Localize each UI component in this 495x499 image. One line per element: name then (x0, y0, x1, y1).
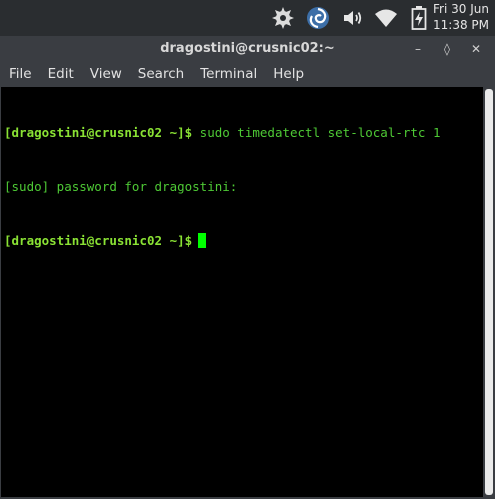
top-panel: Fri 30 Jun 11:38 PM (0, 0, 495, 36)
shell-command: sudo timedatectl set-local-rtc 1 (192, 125, 441, 140)
terminal-line: [sudo] password for dragostini: (4, 178, 483, 196)
terminal-cursor (198, 233, 207, 248)
sudo-password-prompt: [sudo] password for dragostini: (4, 179, 238, 194)
minimize-button[interactable]: – (410, 40, 426, 58)
fedora-swirl-icon[interactable] (304, 6, 332, 30)
terminal-line: [dragostini@crusnic02 ~]$ sudo timedatec… (4, 124, 483, 142)
terminal-scrollbar[interactable] (484, 87, 494, 497)
menu-edit[interactable]: Edit (40, 62, 82, 86)
clock-time: 11:38 PM (433, 18, 489, 32)
clock[interactable]: Fri 30 Jun 11:38 PM (433, 1, 495, 33)
maximize-button[interactable]: ◊ (439, 40, 455, 58)
settings-gear-icon[interactable] (270, 6, 296, 30)
menu-file[interactable]: File (0, 62, 40, 86)
close-button[interactable]: ✕ (468, 40, 484, 58)
volume-icon[interactable] (341, 6, 365, 30)
terminal-line: [dragostini@crusnic02 ~]$ (4, 232, 483, 250)
shell-prompt: [dragostini@crusnic02 ~]$ (4, 125, 193, 140)
menu-terminal[interactable]: Terminal (192, 62, 265, 86)
menu-search[interactable]: Search (130, 62, 192, 86)
window-titlebar[interactable]: dragostini@crusnic02:~ – ◊ ✕ (0, 36, 495, 62)
shell-prompt: [dragostini@crusnic02 ~]$ (4, 233, 193, 248)
menu-help[interactable]: Help (265, 62, 312, 86)
terminal-output[interactable]: [dragostini@crusnic02 ~]$ sudo timedatec… (1, 87, 483, 497)
scrollbar-thumb[interactable] (485, 89, 493, 495)
menu-view[interactable]: View (82, 62, 130, 86)
wifi-icon[interactable] (373, 6, 399, 30)
menu-bar: File Edit View Search Terminal Help (0, 62, 495, 86)
battery-charging-icon[interactable] (408, 6, 430, 30)
clock-date: Fri 30 Jun (433, 2, 489, 16)
